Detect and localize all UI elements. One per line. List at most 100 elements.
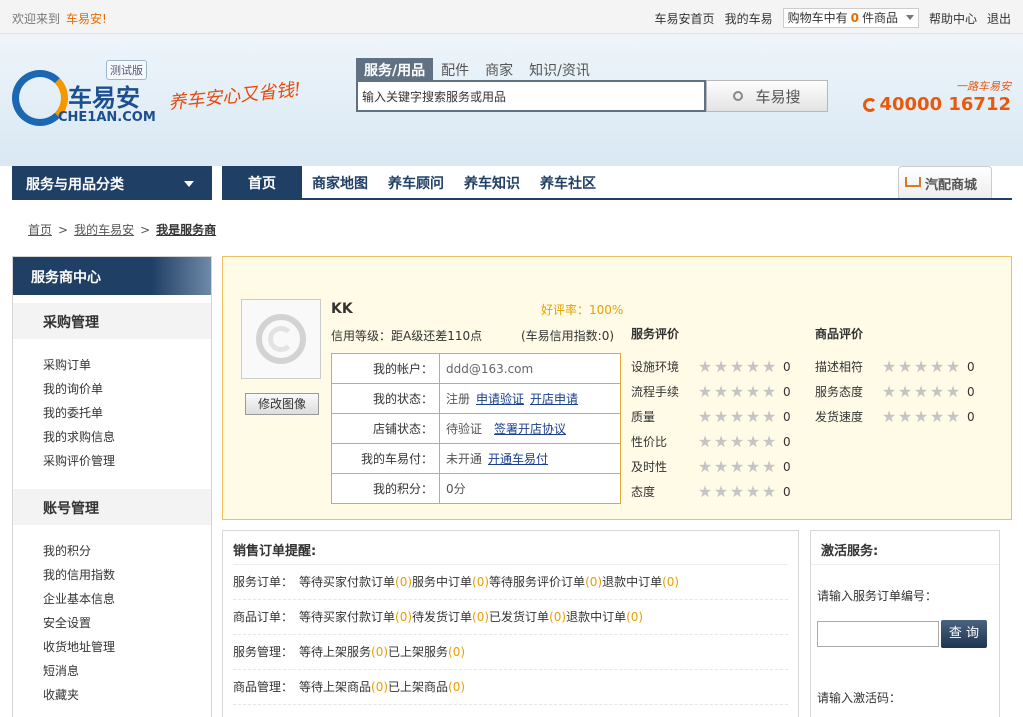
- nav-car-advisor[interactable]: 养车顾问: [378, 166, 454, 198]
- change-avatar-button[interactable]: 修改图像: [245, 393, 319, 415]
- search-tab-services[interactable]: 服务/用品: [356, 58, 434, 80]
- parts-mall-label: 汽配商城: [925, 178, 978, 193]
- service_eval-row: 设施环境 ★ ★ ★ ★ ★ 0: [631, 354, 791, 379]
- order-status-link[interactable]: 已上架服务: [388, 645, 448, 659]
- star-icon: ★: [713, 381, 729, 401]
- sidebar-item[interactable]: 收藏夹: [43, 683, 211, 707]
- order-status-link[interactable]: 等待上架服务: [299, 645, 371, 659]
- star-icon: ★: [697, 456, 713, 476]
- search-tab-parts[interactable]: 配件: [433, 58, 477, 80]
- star-icon: ★: [713, 356, 729, 376]
- help-link[interactable]: 帮助中心: [929, 10, 977, 27]
- order-status-count: (0): [448, 680, 466, 694]
- search-button[interactable]: 车易搜: [706, 80, 828, 112]
- welcome-brand[interactable]: 车易安!: [66, 12, 107, 26]
- search-tab-knowledge[interactable]: 知识/资讯: [521, 58, 598, 80]
- order-reminder-row: 服务管理： 等待上架服务(0)已上架服务(0): [233, 635, 788, 670]
- star-icon: ★: [713, 456, 729, 476]
- slogan: 养车安心又省钱!: [167, 79, 303, 114]
- service_eval-label: 性价比: [631, 435, 668, 449]
- home-link[interactable]: 车易安首页: [655, 10, 715, 27]
- order-status-link[interactable]: 等待服务评价订单: [489, 575, 585, 589]
- breadcrumb: 首页 > 我的车易安 > 我是服务商: [28, 223, 217, 237]
- order-status-link[interactable]: 已上架商品: [388, 680, 448, 694]
- credit-level: 信用等级：距A级还差110点: [331, 329, 483, 343]
- order-status-link[interactable]: 等待买家付款订单: [299, 575, 395, 589]
- order-status-link[interactable]: 待发货订单: [412, 610, 472, 624]
- logo-text: 车易安: [68, 84, 140, 112]
- sidebar-item[interactable]: 采购订单: [43, 353, 211, 377]
- my-account-link[interactable]: 我的车易: [725, 10, 773, 27]
- search-input[interactable]: 输入关键字搜索服务或用品: [356, 80, 706, 112]
- logout-link[interactable]: 退出: [987, 10, 1011, 27]
- order-status-link[interactable]: 等待上架商品: [299, 680, 371, 694]
- order-category-label: 商品管理：: [233, 680, 294, 694]
- sidebar-item[interactable]: 我的询价单: [43, 377, 211, 401]
- beta-tag: 测试版: [106, 60, 147, 80]
- apply-verification-link[interactable]: 申请验证: [476, 392, 524, 406]
- star-icon: ★: [745, 456, 761, 476]
- goods_eval-row: 发货速度 ★ ★ ★ ★ ★ 0: [815, 404, 975, 429]
- order-status-link[interactable]: 退款中订单: [566, 610, 626, 624]
- table-row: 我的帐户： ddd@163.com: [331, 353, 621, 384]
- search-tab-merchants[interactable]: 商家: [477, 58, 521, 80]
- breadcrumb-current[interactable]: 我是服务商: [156, 223, 216, 237]
- star-icon: ★: [913, 406, 929, 426]
- sidebar-item[interactable]: 企业基本信息: [43, 587, 211, 611]
- breadcrumb-my-account[interactable]: 我的车易安: [74, 223, 134, 237]
- sidebar-item[interactable]: 我的积分: [43, 539, 211, 563]
- cart-prefix: 购物车中有: [787, 11, 848, 25]
- sidebar-group-purchase: 采购管理: [13, 303, 211, 339]
- star-icon: ★: [761, 456, 777, 476]
- sidebar-item[interactable]: 安全设置: [43, 611, 211, 635]
- sidebar-item[interactable]: 短消息: [43, 659, 211, 683]
- search-area: 服务/用品 配件 商家 知识/资讯 输入关键字搜索服务或用品 车易搜: [356, 58, 828, 112]
- nav-home[interactable]: 首页: [222, 166, 302, 198]
- sales-order-reminder: 销售订单提醒: 服务订单： 等待买家付款订单(0)服务中订单(0)等待服务评价订单…: [222, 530, 799, 717]
- enable-payment-link[interactable]: 开通车易付: [488, 452, 548, 466]
- star-icon: ★: [729, 356, 745, 376]
- order-status-link[interactable]: 退款中订单: [602, 575, 662, 589]
- rating-stars: ★ ★ ★ ★ ★: [697, 433, 777, 450]
- order-status-link[interactable]: 服务中订单: [412, 575, 472, 589]
- sidebar-item[interactable]: 我的委托单: [43, 401, 211, 425]
- account-info-table: 我的帐户： ddd@163.com 我的状态： 注册 申请验证 开店申请 店铺状态：…: [331, 353, 621, 504]
- order-number-input[interactable]: [817, 621, 939, 647]
- nav-car-community[interactable]: 养车社区: [530, 166, 606, 198]
- welcome-label: 欢迎来到: [12, 12, 61, 26]
- sidebar: 服务商中心 采购管理 采购订单 我的询价单 我的委托单 我的求购信息 采购评价管…: [12, 256, 212, 717]
- parts-mall-button[interactable]: 汽配商城: [898, 166, 992, 198]
- rating-stars: ★ ★ ★ ★ ★: [697, 406, 777, 426]
- table-row: 我的积分： 0分: [331, 473, 621, 504]
- hotline: 一路车易安 40000 16712: [863, 78, 1011, 115]
- order-status-link[interactable]: 已发货订单: [489, 610, 549, 624]
- category-menu[interactable]: 服务与用品分类: [12, 166, 212, 200]
- sidebar-item[interactable]: 采购评价管理: [43, 449, 211, 473]
- sidebar-item[interactable]: 我的信用指数: [43, 563, 211, 587]
- star-icon: ★: [713, 406, 729, 426]
- query-button[interactable]: 查 询: [941, 620, 987, 648]
- points-label: 我的积分：: [331, 473, 440, 504]
- star-icon: ★: [697, 356, 713, 376]
- nav-car-knowledge[interactable]: 养车知识: [454, 166, 530, 198]
- star-icon: ★: [745, 381, 761, 401]
- order-status-count: (0): [662, 575, 680, 589]
- service_eval-row: 性价比 ★ ★ ★ ★ ★ 0: [631, 429, 791, 454]
- sign-agreement-link[interactable]: 签署开店协议: [494, 422, 566, 436]
- star-icon: ★: [697, 406, 713, 426]
- order-status-link[interactable]: 等待买家付款订单: [299, 610, 395, 624]
- service_eval-score: 0: [783, 484, 791, 499]
- cart-dropdown[interactable]: 购物车中有 0 件商品: [782, 8, 919, 28]
- activate-service-panel: 激活服务: 请输入服务订单编号： 查 询 请输入激活码：: [810, 530, 1000, 717]
- sidebar-item[interactable]: 收货地址管理: [43, 635, 211, 659]
- nav-merchant-map[interactable]: 商家地图: [302, 166, 378, 198]
- sidebar-item[interactable]: 我的求购信息: [43, 425, 211, 449]
- star-icon: ★: [713, 481, 729, 501]
- apply-shop-link[interactable]: 开店申请: [530, 392, 578, 406]
- payment-label: 我的车易付：: [331, 443, 440, 474]
- service_eval-score: 0: [783, 359, 791, 374]
- breadcrumb-home[interactable]: 首页: [28, 223, 52, 237]
- category-menu-label: 服务与用品分类: [26, 177, 124, 193]
- account-label: 我的帐户：: [331, 353, 440, 384]
- goods_eval-score: 0: [967, 359, 975, 374]
